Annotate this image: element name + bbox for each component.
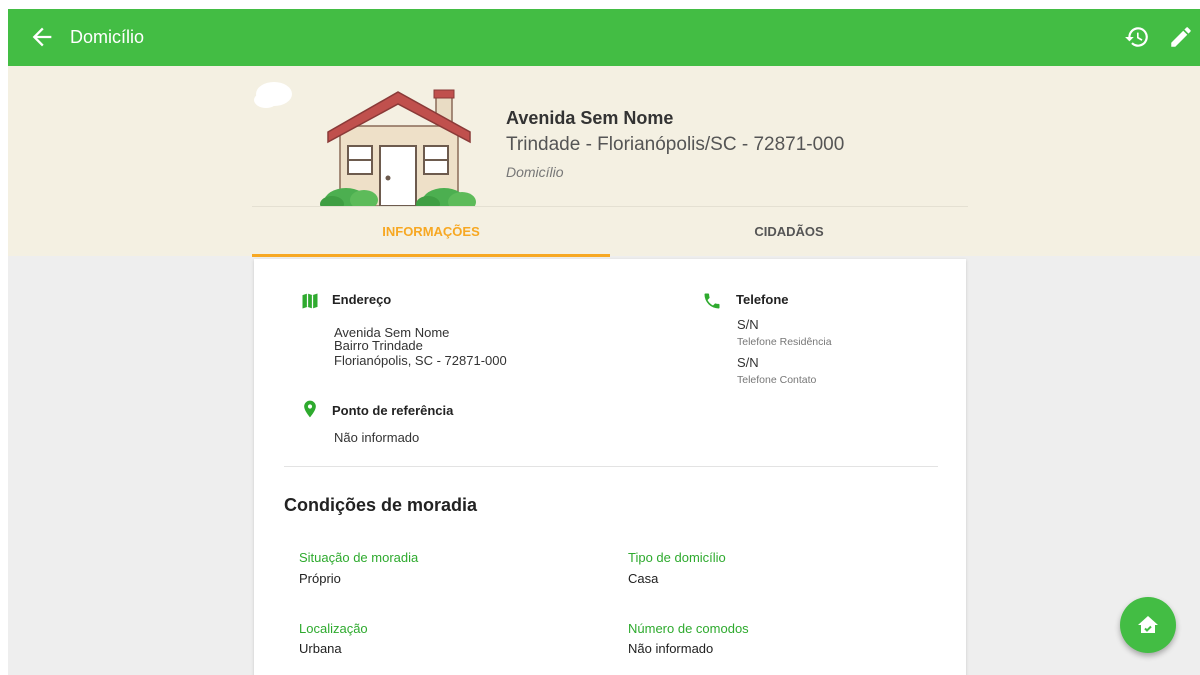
city-line: Trindade - Florianópolis/SC - 72871-000 bbox=[506, 134, 845, 155]
field-label-situacao: Situação de moradia bbox=[299, 550, 419, 565]
arrow-back-icon[interactable] bbox=[28, 23, 56, 51]
reference-value: Não informado bbox=[334, 430, 420, 445]
phone-icon bbox=[704, 293, 720, 309]
field-label-tipo: Tipo de domicílio bbox=[628, 550, 726, 565]
tab-bar: INFORMAÇÕES CIDADÃOS bbox=[252, 206, 968, 257]
phone-title: Telefone bbox=[736, 292, 789, 307]
phone-contact-value: S/N bbox=[737, 355, 759, 370]
app-bar: Domicílio bbox=[8, 9, 1200, 66]
field-label-localizacao: Localização bbox=[299, 621, 368, 636]
page-title: Domicílio bbox=[70, 27, 145, 47]
phone-residence-value: S/N bbox=[737, 317, 759, 332]
tab-informacoes[interactable]: INFORMAÇÕES bbox=[252, 207, 610, 257]
field-value-situacao: Próprio bbox=[299, 571, 341, 586]
phone-contact-label: Telefone Contato bbox=[737, 374, 817, 386]
section-title: Condições de moradia bbox=[284, 495, 478, 515]
field-value-localizacao: Urbana bbox=[299, 641, 342, 656]
map-icon bbox=[302, 293, 318, 309]
field-label-comodos: Número de comodos bbox=[628, 621, 749, 636]
edit-pencil-icon[interactable] bbox=[1168, 24, 1194, 50]
divider bbox=[284, 466, 938, 467]
household-type: Domicílio bbox=[506, 164, 564, 180]
field-value-tipo: Casa bbox=[628, 571, 659, 586]
app-window: Domicílio Avenida Sem Nome Trindade - Fl… bbox=[8, 9, 1200, 675]
address-line-2: Bairro Trindade bbox=[334, 338, 423, 353]
home-visit-icon bbox=[1138, 616, 1158, 633]
street-name: Avenida Sem Nome bbox=[506, 108, 674, 128]
reference-title: Ponto de referência bbox=[332, 403, 454, 418]
home-visit-button[interactable] bbox=[1120, 597, 1176, 653]
household-header: Avenida Sem Nome Trindade - Florianópoli… bbox=[8, 66, 1200, 257]
tab-cidadaos[interactable]: CIDADÃOS bbox=[610, 207, 968, 257]
address-line-3: Florianópolis, SC - 72871-000 bbox=[334, 353, 507, 368]
field-value-comodos: Não informado bbox=[628, 641, 714, 656]
house-illustration bbox=[254, 82, 476, 206]
phone-residence-label: Telefone Residência bbox=[737, 336, 832, 348]
history-icon[interactable] bbox=[1124, 24, 1150, 50]
location-pin-icon bbox=[304, 400, 316, 418]
address-title: Endereço bbox=[332, 292, 392, 307]
info-card: Endereço Avenida Sem Nome Bairro Trindad… bbox=[254, 259, 966, 675]
